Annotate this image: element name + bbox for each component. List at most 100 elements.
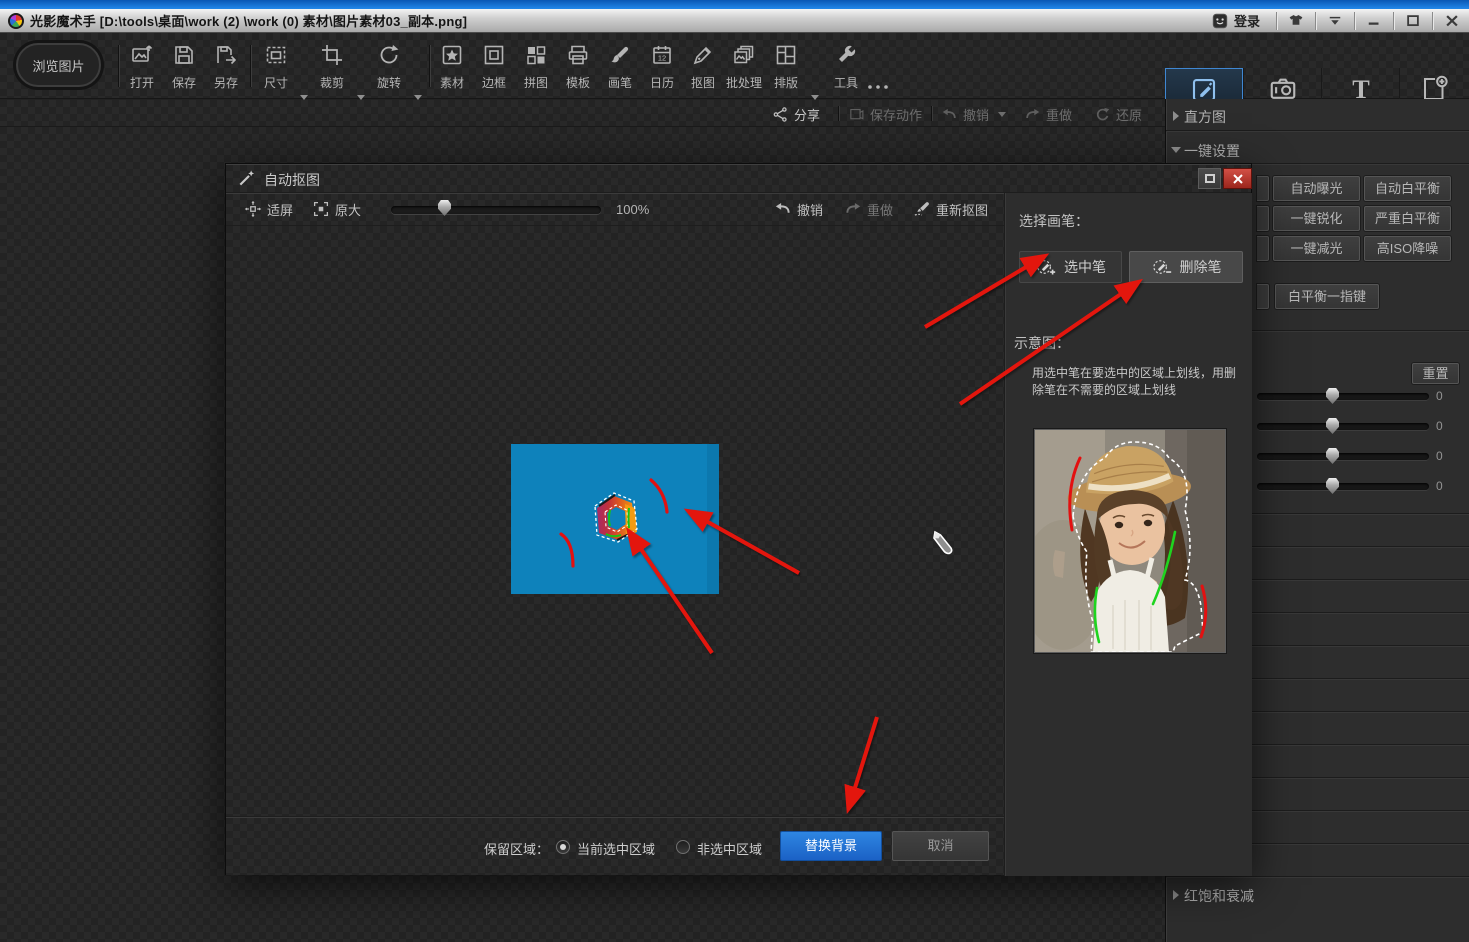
close-window-button[interactable]	[1439, 11, 1465, 31]
select-pen-button[interactable]: 选中笔	[1019, 251, 1122, 283]
dialog-close-button[interactable]	[1223, 168, 1252, 189]
open-icon	[130, 43, 154, 67]
section-red-saturation-decay[interactable]: 红饱和衰减	[1166, 882, 1469, 908]
restore-button[interactable]: 还原	[1094, 103, 1142, 125]
maximize-icon	[1404, 12, 1422, 30]
redo-button[interactable]: 重做	[1024, 103, 1072, 125]
share-button[interactable]: 分享	[772, 103, 820, 125]
working-image[interactable]	[511, 444, 719, 594]
slider-thumb[interactable]	[1326, 478, 1339, 494]
zoom-slider-track[interactable]	[391, 206, 601, 214]
toolbar-separator	[118, 45, 119, 87]
severe-white-balance-button[interactable]: 严重白平衡	[1364, 206, 1451, 231]
replace-background-button[interactable]: 替换背景	[780, 831, 882, 861]
toolbar-save-button[interactable]: 保存	[163, 43, 205, 91]
undo-button[interactable]: 撤销	[941, 103, 1006, 125]
save-as-icon	[214, 43, 238, 67]
magic-wand-icon	[237, 168, 257, 188]
slider-thumb[interactable]	[1326, 388, 1339, 404]
radio-current-selected-area[interactable]	[556, 840, 570, 854]
slider-value: 0	[1436, 479, 1443, 493]
hidden-button-stub[interactable]	[1257, 206, 1269, 231]
toolbar-brush-button[interactable]: 画笔	[599, 43, 641, 91]
recut-button[interactable]: 重新抠图	[913, 198, 988, 220]
undo-dropdown-caret[interactable]	[998, 112, 1006, 117]
toolbar-tools-button[interactable]: 工具	[825, 43, 867, 91]
original-size-icon	[312, 200, 330, 218]
toolbar-crop-button[interactable]: 裁剪	[311, 43, 353, 91]
collapse-icon	[1326, 12, 1344, 30]
dialog-maximize-button[interactable]	[1198, 168, 1221, 189]
high-iso-denoise-button[interactable]: 高ISO降噪	[1364, 236, 1451, 261]
toolbar-layout-button[interactable]: 排版	[765, 43, 807, 91]
select-pen-icon	[1035, 256, 1057, 278]
reset-button[interactable]: 重置	[1412, 363, 1459, 384]
cancel-button[interactable]: 取消	[892, 831, 989, 861]
redo-icon	[1024, 106, 1041, 123]
brush-instructions: 用选中笔在要选中的区域上划线，用删除笔在不需要的区域上划线	[1032, 365, 1236, 399]
dialog-footer: 保留区域： 当前选中区域 非选中区域 替换背景 取消	[226, 816, 1004, 875]
auto-exposure-button[interactable]: 自动曝光	[1273, 176, 1360, 201]
slider-thumb[interactable]	[1326, 418, 1339, 434]
window-titlebar[interactable]: 光影魔术手 [D:\tools\桌面\work (2) \work (0) 素材…	[0, 9, 1469, 33]
slider-track[interactable]	[1257, 483, 1429, 490]
delete-pen-icon	[1151, 256, 1173, 278]
app-logo-icon	[8, 13, 24, 29]
toolbar-calendar-button[interactable]: 日历	[641, 43, 683, 91]
toolbar-open-button[interactable]: 打开	[121, 43, 163, 91]
slider-track[interactable]	[1257, 393, 1429, 400]
toolbar-saveas-button[interactable]: 另存	[205, 43, 247, 91]
browse-images-button[interactable]: 浏览图片	[16, 43, 101, 87]
radio-current-selected-label: 当前选中区域	[577, 839, 655, 858]
hidden-button-stub[interactable]	[1257, 176, 1269, 201]
login-label: 登录	[1234, 11, 1260, 30]
skin-button[interactable]	[1283, 11, 1309, 31]
one-key-dim-button[interactable]: 一键减光	[1273, 236, 1360, 261]
toolbar-material-button[interactable]: 素材	[431, 43, 473, 91]
section-onekey-settings[interactable]: 一键设置	[1166, 137, 1469, 163]
resize-icon	[264, 43, 288, 67]
section-histogram[interactable]: 直方图	[1166, 103, 1469, 129]
auto-white-balance-button[interactable]: 自动白平衡	[1364, 176, 1451, 201]
minimize-button[interactable]	[1361, 11, 1387, 31]
dialog-undo-button[interactable]: 撤销	[774, 198, 823, 220]
delete-pen-button[interactable]: 删除笔	[1129, 251, 1243, 283]
slider-value: 0	[1436, 389, 1443, 403]
cutout-canvas[interactable]	[226, 226, 1004, 816]
toolbar-template-button[interactable]: 模板	[557, 43, 599, 91]
toolbar-separator	[429, 45, 430, 87]
close-icon	[1443, 12, 1461, 30]
one-key-sharpen-button[interactable]: 一键锐化	[1273, 206, 1360, 231]
dialog-titlebar[interactable]: 自动抠图	[226, 164, 1251, 193]
window-title: 光影魔术手 [D:\tools\桌面\work (2) \work (0) 素材…	[30, 11, 467, 30]
maximize-button[interactable]	[1400, 11, 1426, 31]
demo-image	[1034, 429, 1226, 653]
slider-track[interactable]	[1257, 423, 1429, 430]
hidden-button-stub[interactable]	[1257, 236, 1269, 261]
select-pen-stroke	[609, 510, 610, 526]
toolbar-collage-button[interactable]: 拼图	[515, 43, 557, 91]
dialog-redo-button[interactable]: 重做	[844, 198, 893, 220]
tools-wrench-icon	[834, 43, 858, 67]
toolbar-batch-button[interactable]: 批处理	[718, 43, 770, 91]
original-size-button[interactable]: 原大	[312, 198, 361, 220]
toolbar-size-button[interactable]: 尺寸	[255, 43, 297, 91]
zoom-level: 100%	[616, 202, 649, 217]
white-balance-one-key-button[interactable]: 白平衡一指键	[1275, 284, 1379, 309]
slider-track[interactable]	[1257, 453, 1429, 460]
toolbar-rotate-button[interactable]: 旋转	[368, 43, 410, 91]
login-button[interactable]: 登录	[1201, 11, 1270, 31]
main-toolbar: 浏览图片 打开 保存 另存 尺寸 裁剪 旋转 素材 边框 拼图 模板 画笔 日历…	[0, 33, 1469, 99]
hidden-button-stub[interactable]	[1257, 284, 1269, 309]
minimize-icon	[1365, 12, 1383, 30]
fit-screen-button[interactable]: 适屏	[244, 198, 293, 220]
slider-thumb[interactable]	[1326, 448, 1339, 464]
dialog-toolbar: 适屏 原大 100% 撤销 重做 重新抠图	[226, 193, 1004, 226]
radio-unselected-area[interactable]	[676, 840, 690, 854]
slider-value: 0	[1436, 449, 1443, 463]
save-action-button[interactable]: 保存动作	[848, 103, 922, 125]
toolbar-more-button[interactable]	[866, 79, 890, 97]
redo-icon	[844, 200, 862, 218]
collapse-toolbar-button[interactable]	[1322, 11, 1348, 31]
toolbar-frame-button[interactable]: 边框	[473, 43, 515, 91]
